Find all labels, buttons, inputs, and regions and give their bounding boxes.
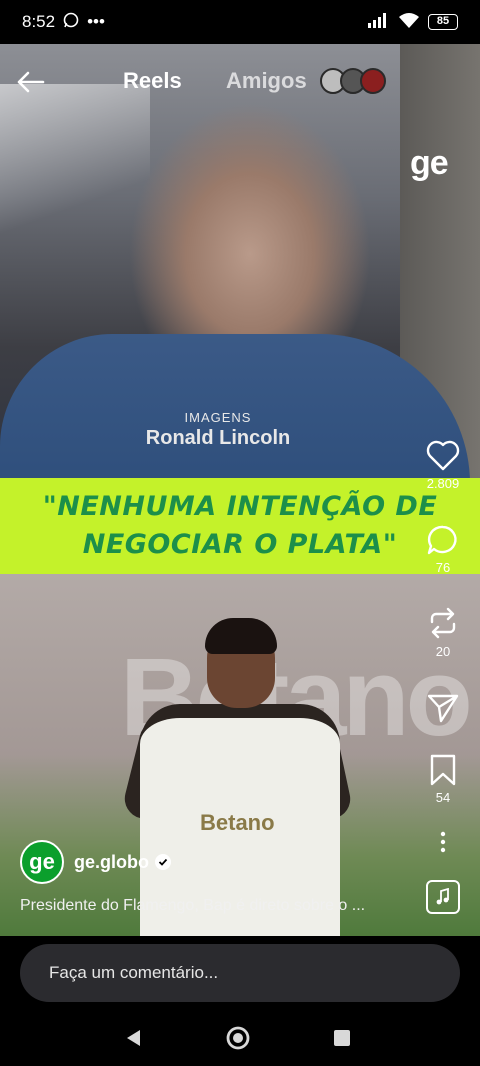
triangle-back-icon [127,1030,140,1046]
author-avatar[interactable]: ge [20,840,64,884]
comment-action[interactable]: 76 [413,524,473,575]
repost-action[interactable]: 20 [413,606,473,659]
credit-label: IMAGENS [184,410,252,425]
more-vertical-icon [440,831,446,853]
arrow-left-icon [17,71,45,93]
bookmark-icon [430,754,456,786]
tab-reels[interactable]: Reels [123,68,182,94]
ceiling-lights [0,84,150,244]
quote-line-2: NEGOCIAR O PLATA" [82,529,398,560]
status-time: 8:52 [22,12,56,31]
like-action[interactable]: 2.809 [413,440,473,491]
ge-watermark: ge [410,144,449,182]
system-recents-button[interactable] [328,1024,356,1052]
comment-bar: Faça um comentário... [0,936,480,1014]
home-circle-icon [226,1026,250,1050]
comment-input[interactable]: Faça um comentário... [20,944,460,1002]
quote-banner: "NENHUMA INTENÇÃO DE NEGOCIAR O PLATA" [0,478,480,574]
audio-button[interactable] [426,880,460,914]
author-name[interactable]: ge.globo [74,852,149,873]
top-navigation: Reels Amigos [0,60,480,104]
share-action[interactable] [413,692,473,724]
whatsapp-icon [63,12,79,33]
speaker-shirt [0,334,470,484]
signal-icon [368,12,390,33]
verified-badge-icon [155,854,171,870]
system-navigation-bar [0,1010,480,1066]
reel-video[interactable]: ge IMAGENS Ronald Lincoln "NENHUMA INTEN… [0,44,480,936]
author-row[interactable]: ge ge.globo [20,840,171,884]
comment-icon [427,525,457,555]
back-button[interactable] [12,64,48,100]
video-frame-top: ge IMAGENS Ronald Lincoln [0,44,480,484]
comment-count: 76 [435,560,451,575]
repost-icon [430,607,456,639]
status-bar: 8:52 ••• 85 [0,0,480,44]
system-back-button[interactable] [119,1024,147,1052]
heart-icon [426,440,460,471]
wifi-icon [398,12,420,33]
jersey-sponsor: Betano [200,810,275,835]
battery-indicator: 85 [428,14,458,30]
quote-line-1: "NENHUMA INTENÇÃO DE [42,491,438,522]
save-action[interactable]: 54 [413,754,473,805]
friends-avatars[interactable] [320,68,386,94]
tab-friends[interactable]: Amigos [226,68,307,94]
repost-count: 20 [435,644,451,659]
square-recents-icon [334,1030,350,1046]
player-hair [205,618,277,654]
reel-caption[interactable]: Presidente do Flamengo, Bap é direto sob… [20,897,410,915]
more-icon: ••• [87,12,105,31]
image-credit: IMAGENS Ronald Lincoln [0,410,480,450]
like-count: 2.809 [426,476,460,491]
avatar [360,68,386,94]
send-icon [427,694,459,723]
music-note-icon [436,888,449,905]
more-options-button[interactable] [413,830,473,854]
system-home-button[interactable] [224,1024,252,1052]
save-count: 54 [435,790,451,805]
credit-name: Ronald Lincoln [145,427,291,449]
